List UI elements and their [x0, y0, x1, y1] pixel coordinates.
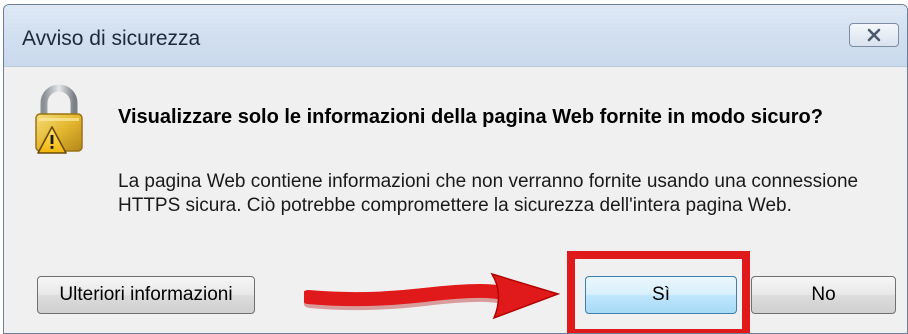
security-warning-dialog: Avviso di sicurezza Visualizzare solo le…	[3, 4, 908, 334]
no-button[interactable]: No	[751, 276, 896, 314]
lock-warning-icon	[35, 84, 83, 154]
yes-button[interactable]: Sì	[585, 276, 737, 314]
screenshot-page: Avviso di sicurezza Visualizzare solo le…	[0, 0, 908, 334]
red-arrow-icon	[304, 272, 561, 320]
close-icon	[867, 28, 881, 42]
close-button[interactable]	[849, 23, 899, 47]
dialog-heading: Visualizzare solo le informazioni della …	[118, 106, 823, 128]
dialog-body-text: La pagina Web contiene informazioni che …	[118, 171, 859, 216]
title-bar: Avviso di sicurezza	[4, 5, 907, 67]
dialog-title: Avviso di sicurezza	[22, 27, 201, 50]
dialog-content: Visualizzare solo le informazioni della …	[4, 67, 907, 333]
more-info-button[interactable]: Ulteriori informazioni	[37, 276, 255, 314]
